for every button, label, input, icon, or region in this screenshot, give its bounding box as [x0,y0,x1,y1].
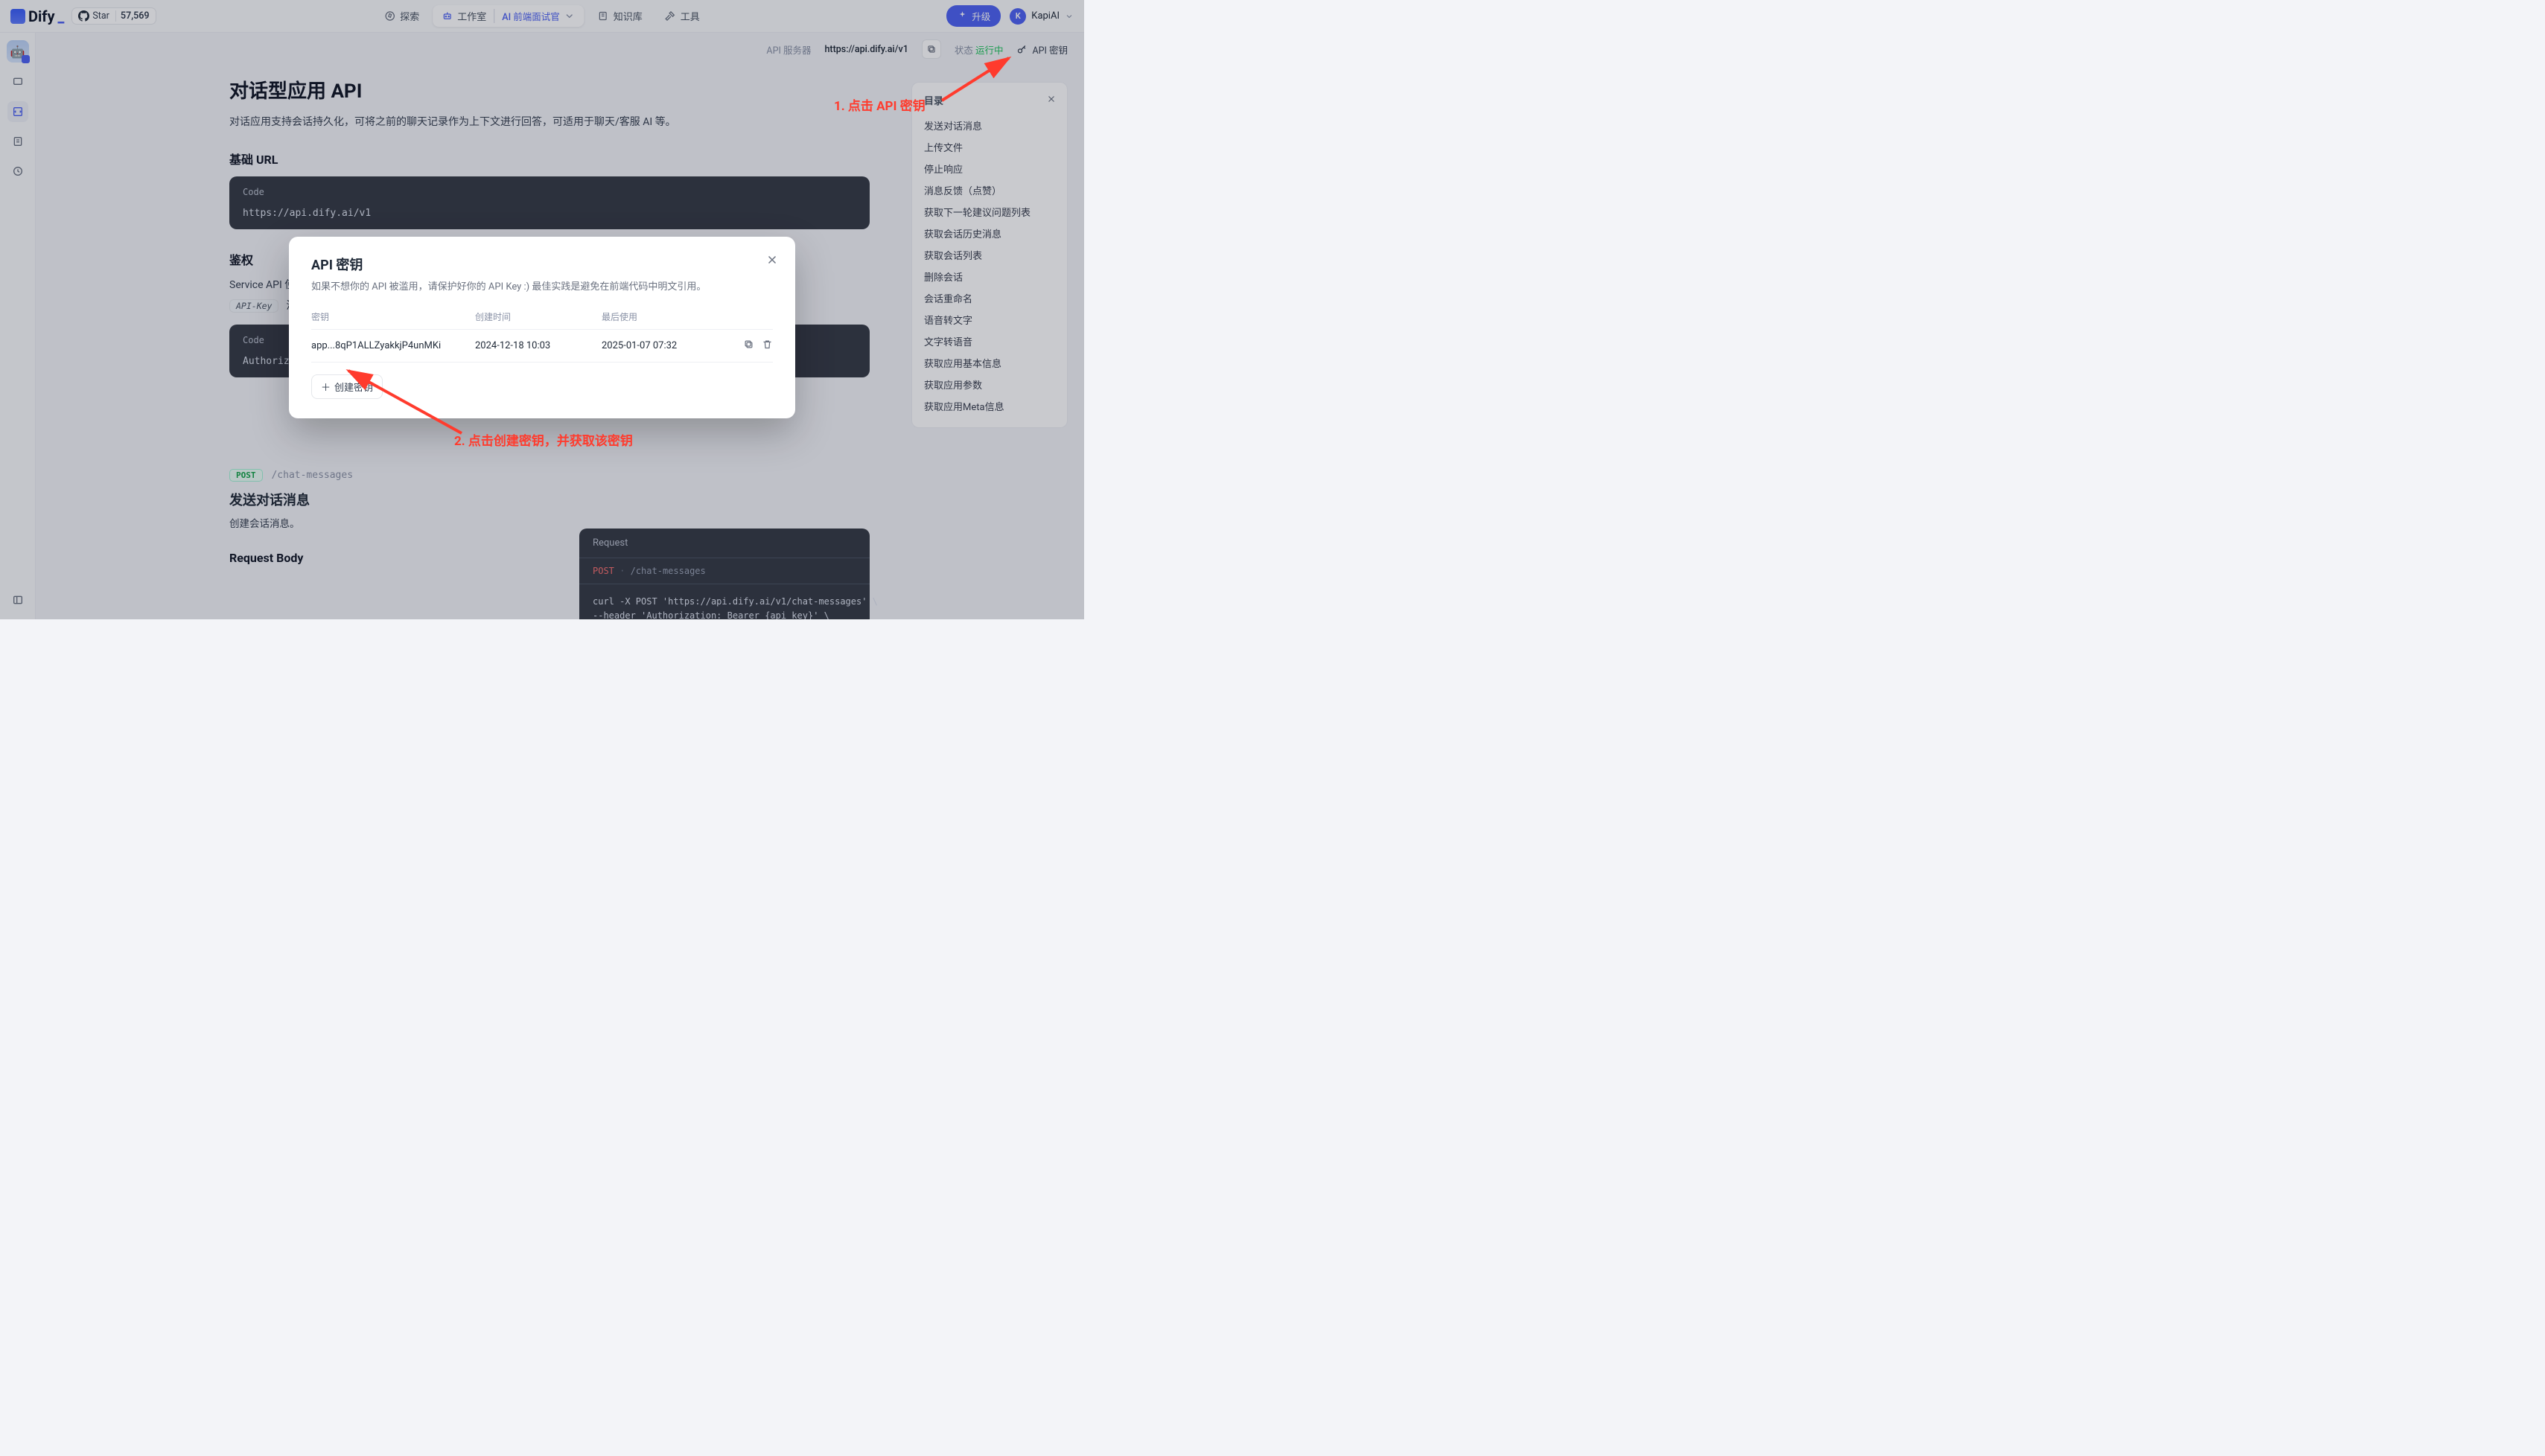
key-row: app...8qP1ALLZyakkjP4unMKi 2024-12-18 10… [311,330,773,363]
copy-icon [743,339,754,350]
modal-title: API 密钥 [311,255,773,274]
key-table: 密钥 创建时间 最后使用 app...8qP1ALLZyakkjP4unMKi … [311,304,773,363]
col-created: 创建时间 [475,310,602,323]
close-icon [765,253,779,266]
delete-key-button[interactable] [762,339,773,353]
col-lastused: 最后使用 [602,310,728,323]
key-created: 2024-12-18 10:03 [475,340,602,351]
modal-desc: 如果不想你的 API 被滥用，请保护好你的 API Key :) 最佳实践是避免… [311,278,773,293]
col-key: 密钥 [311,310,475,323]
key-lastused: 2025-01-07 07:32 [602,340,728,351]
plus-icon: ＋ [321,380,331,394]
api-key-modal: API 密钥 如果不想你的 API 被滥用，请保护好你的 API Key :) … [289,237,795,418]
modal-close-button[interactable] [765,253,779,270]
trash-icon [762,339,773,350]
key-value: app...8qP1ALLZyakkjP4unMKi [311,340,475,351]
create-key-button[interactable]: ＋ 创建密钥 [311,374,383,399]
copy-key-button[interactable] [743,339,754,353]
